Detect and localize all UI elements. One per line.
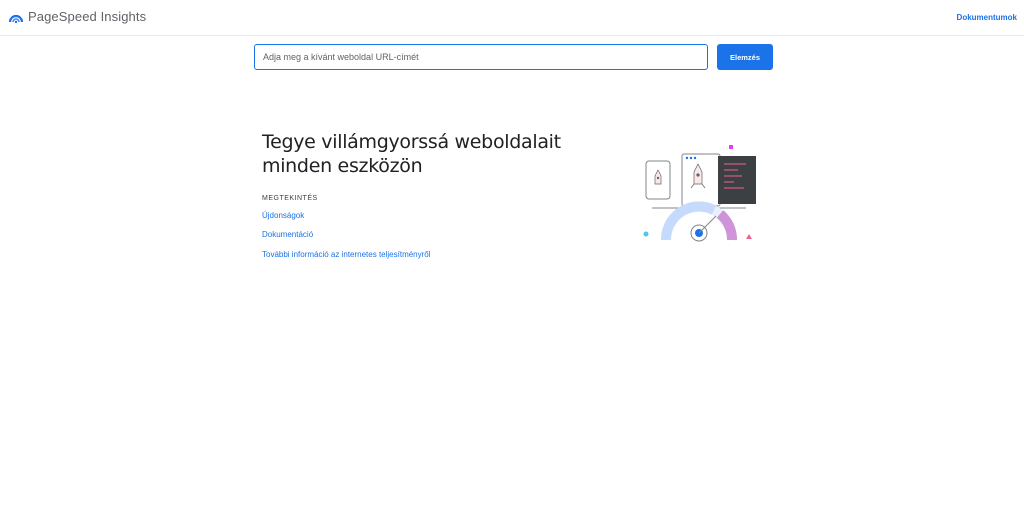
hero-section: Tegye villámgyorssá weboldalait minden e… [262, 130, 632, 178]
logo[interactable]: PageSpeed Insights [9, 9, 146, 24]
link-whats-new[interactable]: Újdonságok [262, 211, 304, 220]
app-name: PageSpeed Insights [28, 9, 147, 24]
decor-triangle [746, 234, 752, 239]
hero-illustration [638, 142, 758, 242]
code-panel [718, 156, 756, 204]
decor-square [729, 145, 733, 149]
link-documentation[interactable]: Dokumentáció [262, 230, 313, 239]
top-bar: PageSpeed Insights Dokumentumok [0, 0, 1024, 36]
search-bar: Elemzés [254, 44, 774, 70]
link-web-performance[interactable]: További információ az internetes teljesí… [262, 250, 431, 259]
overview-heading: MEGTEKINTÉS [262, 195, 318, 202]
hero-title: Tegye villámgyorssá weboldalait minden e… [262, 131, 561, 177]
pagespeed-gauge-icon [9, 11, 23, 23]
analyze-button[interactable]: Elemzés [717, 44, 773, 70]
url-input[interactable] [254, 44, 708, 70]
docs-link[interactable]: Dokumentumok [957, 13, 1017, 22]
decor-dot [643, 231, 649, 237]
